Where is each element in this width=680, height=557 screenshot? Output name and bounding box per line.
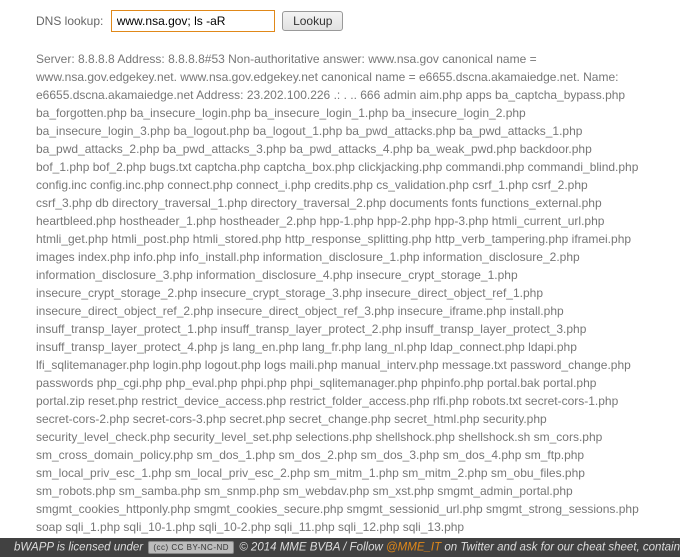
twitter-link[interactable]: @MME_IT bbox=[386, 542, 441, 554]
footer-mid2: on Twitter and ask for our cheat sheet, … bbox=[444, 542, 680, 554]
footer-prefix: bWAPP is licensed under bbox=[14, 542, 146, 554]
cc-license-badge: (cc) CC BY-NC-ND bbox=[148, 541, 234, 554]
footer-bar: bWAPP is licensed under (cc) CC BY-NC-ND… bbox=[0, 538, 680, 557]
dns-lookup-label: DNS lookup: bbox=[36, 14, 103, 28]
dns-lookup-input[interactable] bbox=[111, 10, 275, 32]
lookup-button[interactable]: Lookup bbox=[282, 11, 343, 31]
footer-mid1: © 2014 MME BVBA / Follow bbox=[239, 542, 386, 554]
command-output: Server: 8.8.8.8 Address: 8.8.8.8#53 Non-… bbox=[36, 50, 644, 536]
dns-lookup-form: DNS lookup: Lookup bbox=[36, 10, 644, 32]
